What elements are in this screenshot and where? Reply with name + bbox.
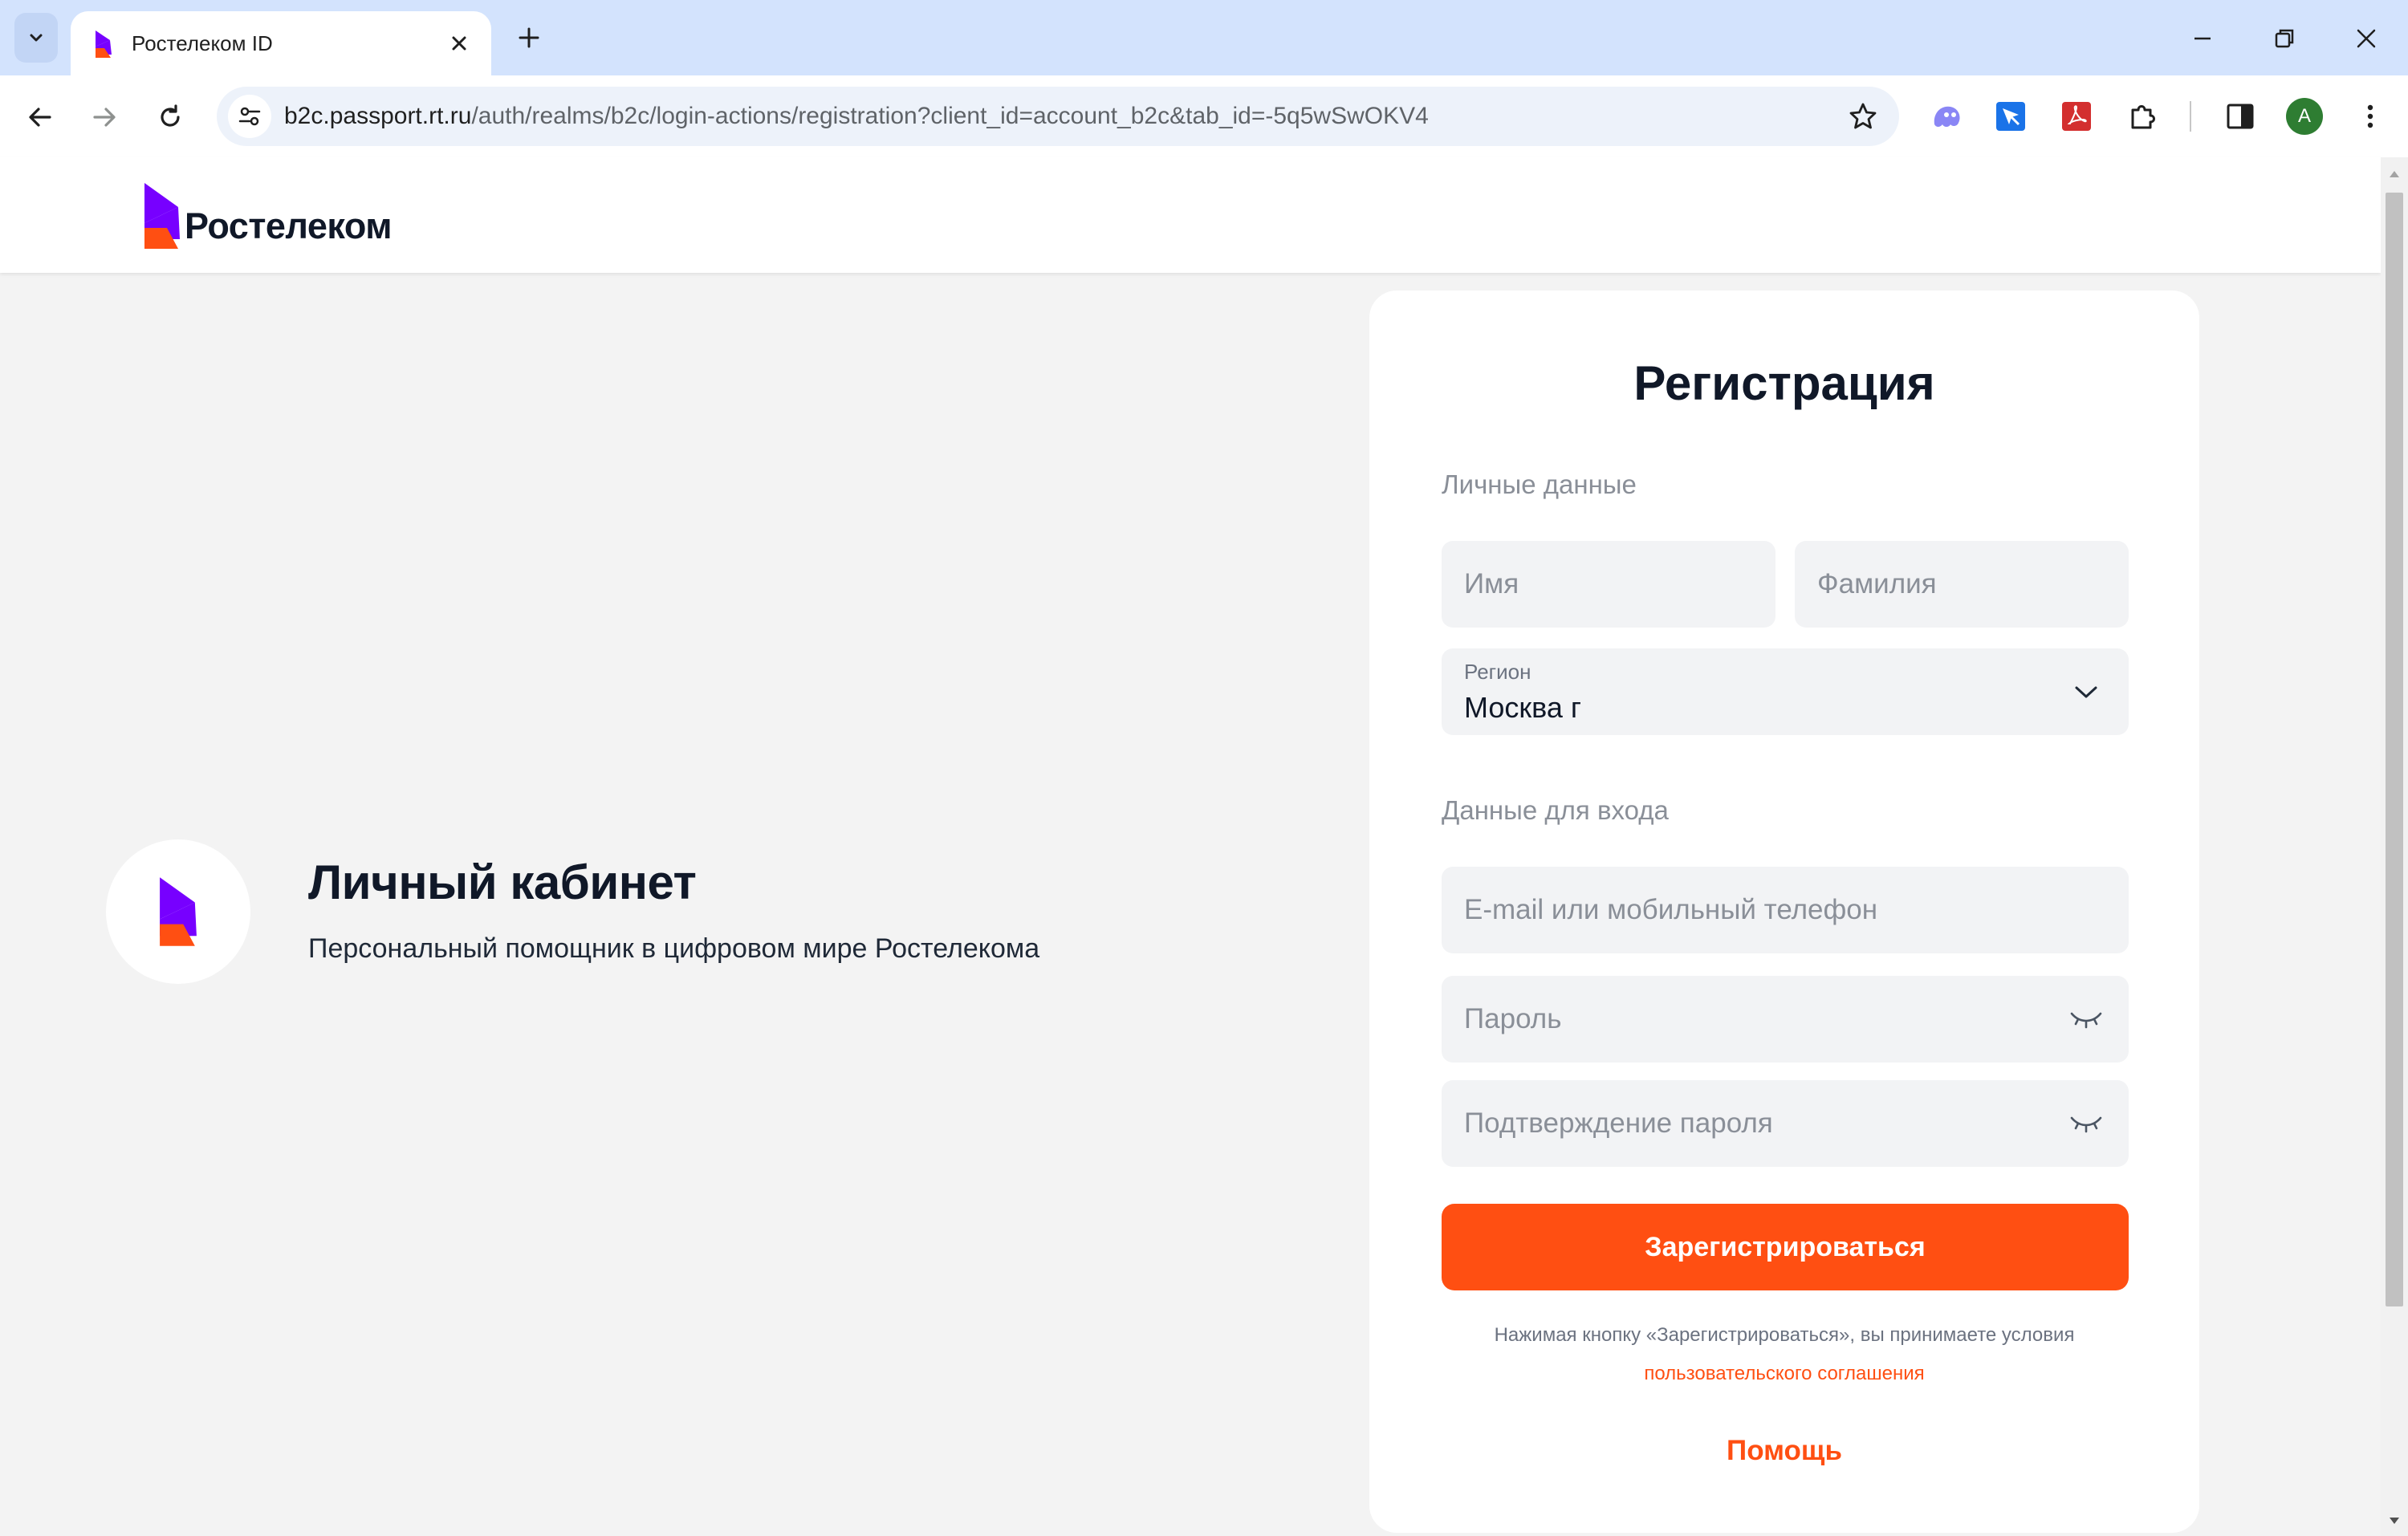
browser-tab[interactable]: Ростелеком ID: [71, 11, 491, 75]
login-data-label: Данные для входа: [1442, 795, 1669, 825]
bookmark-button[interactable]: [1846, 100, 1880, 133]
eye-closed-icon[interactable]: [2068, 1002, 2105, 1037]
new-tab-button[interactable]: [512, 21, 546, 55]
more-vert-icon: [2367, 104, 2373, 128]
close-icon: [452, 36, 466, 51]
promo-logo-circle: [106, 839, 250, 984]
profile-avatar[interactable]: A: [2286, 98, 2323, 135]
forward-button[interactable]: [82, 95, 127, 140]
back-button[interactable]: [18, 95, 63, 140]
tab-close-button[interactable]: [443, 27, 475, 59]
help-link[interactable]: Помощь: [1369, 1433, 2199, 1469]
region-select[interactable]: Регион Москва г: [1442, 648, 2129, 735]
extension-arrow-button[interactable]: [1991, 96, 2031, 136]
more-menu-button[interactable]: [2350, 96, 2390, 136]
chevron-down-icon: [2068, 674, 2105, 709]
site-info-icon: [238, 107, 261, 126]
reload-button[interactable]: [148, 95, 193, 140]
minimize-icon: [2194, 37, 2211, 40]
extension-ghost-button[interactable]: [1926, 96, 1967, 136]
rostelecom-logo-icon: [144, 183, 180, 249]
first-name-field[interactable]: Имя: [1442, 541, 1775, 628]
scroll-down-button[interactable]: [2387, 1514, 2402, 1528]
terms-link[interactable]: пользовательского соглашения: [1369, 1361, 2199, 1387]
back-arrow-icon: [29, 108, 51, 127]
plus-icon: [519, 27, 539, 48]
last-name-placeholder: Фамилия: [1817, 568, 1937, 599]
extensions-button[interactable]: [2122, 96, 2162, 136]
reload-icon: [161, 104, 180, 127]
url-text[interactable]: b2c.passport.rt.ru/auth/realms/b2c/login…: [284, 87, 1429, 146]
terms-text: Нажимая кнопку «Зарегистрироваться», вы …: [1494, 1324, 2075, 1346]
star-icon: [1849, 103, 1877, 129]
side-panel-icon: [2227, 104, 2254, 129]
region-value: Москва г: [1464, 691, 1582, 724]
side-panel-button[interactable]: [2220, 96, 2260, 136]
rostelecom-favicon-icon: [96, 30, 112, 58]
minimize-button[interactable]: [2182, 18, 2223, 59]
rostelecom-logo[interactable]: Ростелеком: [143, 181, 393, 249]
url-host: b2c.passport.rt.ru: [284, 103, 472, 129]
page-scrollbar[interactable]: [2381, 157, 2408, 1536]
promo-subtitle: Персональный помощник в цифровом мире Ро…: [308, 933, 1040, 964]
last-name-field[interactable]: Фамилия: [1795, 541, 2129, 628]
logo-text: Ростелеком: [185, 205, 393, 246]
site-info-button[interactable]: [228, 95, 271, 138]
restore-button[interactable]: [2264, 18, 2305, 59]
eye-closed-icon[interactable]: [2068, 1106, 2105, 1141]
pdf-icon: [2062, 102, 2091, 131]
region-label: Регион: [1464, 660, 1531, 684]
login-field[interactable]: E-mail или мобильный телефон: [1442, 867, 2129, 953]
close-window-icon: [2357, 29, 2376, 48]
password-confirm-field[interactable]: Подтверждение пароля: [1442, 1080, 2129, 1167]
extension-ghost-icon: [1934, 106, 1960, 127]
promo-title: Личный кабинет: [308, 855, 697, 909]
triangle-up-icon: [2390, 171, 2399, 177]
extension-arrow-icon: [1996, 102, 2025, 131]
login-placeholder: E-mail или мобильный телефон: [1464, 894, 1878, 925]
scroll-up-button[interactable]: [2387, 167, 2402, 181]
toolbar-divider: [2190, 101, 2191, 132]
first-name-placeholder: Имя: [1464, 568, 1519, 599]
browser-toolbar: b2c.passport.rt.ru/auth/realms/b2c/login…: [0, 75, 2408, 157]
scroll-thumb[interactable]: [2386, 193, 2403, 1306]
address-bar[interactable]: b2c.passport.rt.ru/auth/realms/b2c/login…: [217, 87, 1899, 146]
tab-title: Ростелеком ID: [132, 31, 273, 55]
pdf-extension-button[interactable]: [2056, 96, 2097, 136]
browser-titlebar: Ростелеком ID: [0, 0, 2408, 75]
password-confirm-placeholder: Подтверждение пароля: [1464, 1107, 1773, 1139]
registration-card: Регистрация Личные данные Имя Фамилия Ре…: [1369, 291, 2199, 1533]
url-path: /auth/realms/b2c/login-actions/registrat…: [471, 103, 1429, 129]
personal-data-label: Личные данные: [1442, 469, 1637, 499]
chevron-down-icon: [30, 34, 43, 42]
site-header: Ростелеком: [0, 157, 2381, 273]
page-title: Регистрация: [1633, 356, 1935, 410]
triangle-down-icon: [2390, 1518, 2399, 1524]
rostelecom-logo-icon: [160, 877, 197, 946]
restore-icon: [2275, 29, 2294, 48]
password-placeholder: Пароль: [1464, 1003, 1562, 1034]
forward-arrow-icon: [93, 108, 116, 127]
register-button[interactable]: Зарегистрироваться: [1442, 1204, 2129, 1290]
tab-search-button[interactable]: [14, 13, 58, 63]
password-field[interactable]: Пароль: [1442, 976, 2129, 1063]
puzzle-icon: [2131, 105, 2155, 129]
close-window-button[interactable]: [2345, 18, 2387, 59]
